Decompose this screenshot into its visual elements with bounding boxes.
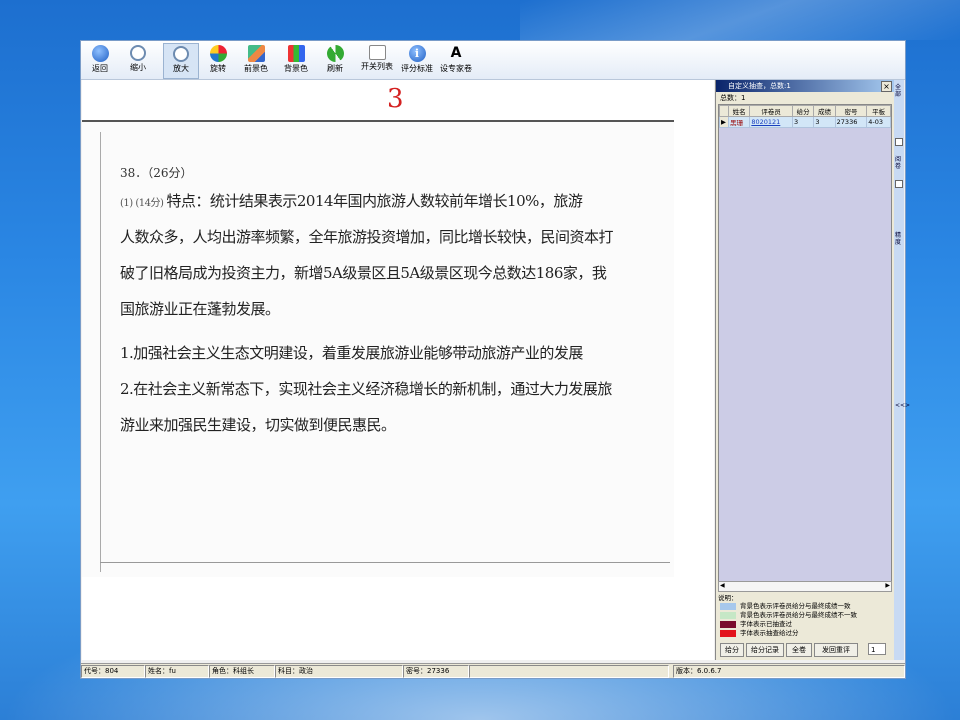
refresh-button[interactable]: 刷新: [321, 43, 349, 77]
column-header[interactable]: 密号: [834, 105, 868, 117]
set-expert-paper-button[interactable]: A 设专家卷: [437, 43, 475, 77]
answer-line: 2.在社会主义新常态下，实现社会主义经济稳增长的新机制，通过大力发展旅: [120, 380, 612, 398]
rotate-icon: [209, 45, 227, 62]
legend-item: 字体表示已抽查过: [718, 620, 892, 629]
grading-app-window: 返回 缩小 放大 旋转 前景色 背景色 刷新 开关列表 i 评分标准 A 设专家…: [80, 40, 910, 679]
cell-name: 黑珊: [727, 116, 751, 128]
status-code: 代号：804: [81, 665, 145, 678]
font-a-icon: A: [450, 45, 462, 61]
strip-label-precision[interactable]: 精度: [895, 232, 903, 246]
column-header[interactable]: 评卷员: [749, 105, 793, 117]
sheet-bottom-border: [100, 562, 670, 563]
zoom-in-button[interactable]: 放大: [163, 43, 199, 79]
strip-checkbox-all[interactable]: [895, 138, 903, 146]
question-header: 38．（26分）: [120, 166, 193, 180]
collapse-arrow-icon[interactable]: <<>: [895, 402, 910, 409]
legend: 说明： 背景色表示评卷员给分与最终成绩一致 背景色表示评卷员给分与最终成绩不一致…: [718, 592, 892, 638]
spot-check-grid: 姓名 评卷员 给分 成绩 密号 平板 ▶ 黑珊 8020121 3 3 2733…: [718, 104, 892, 582]
rotate-button[interactable]: 旋转: [203, 43, 233, 77]
answer-line: 游业来加强民生建设，切实做到便民惠民。: [120, 416, 396, 434]
page-number: 3: [387, 84, 404, 114]
strip-label-grading: 阅卷: [895, 156, 902, 170]
background-color-icon: [287, 45, 305, 62]
cell-score: 3: [813, 116, 836, 128]
zoom-out-icon: [130, 45, 146, 61]
column-header[interactable]: 给分: [791, 105, 815, 117]
cell-pad: 4-03: [866, 116, 891, 128]
scroll-left-icon[interactable]: ◀: [720, 582, 725, 589]
legend-swatch: [720, 612, 736, 619]
status-secret-no: 密号：27336: [403, 665, 469, 678]
answer-line: 人数众多，人均出游率频繁，全年旅游投资增加，同比增长较快，民间资本打: [120, 228, 614, 246]
list-toggle-icon: [368, 45, 386, 60]
table-row[interactable]: ▶ 黑珊 8020121 3 3 27336 4-03: [719, 116, 891, 128]
legend-item: 字体表示抽查给过分: [718, 629, 892, 638]
cell-secret-no: 27336: [834, 116, 868, 128]
close-icon[interactable]: ×: [881, 81, 892, 92]
strip-checkbox-grading[interactable]: [895, 180, 903, 188]
status-empty: [469, 665, 669, 678]
legend-title: 说明：: [718, 594, 738, 602]
horizontal-scrollbar[interactable]: ◀ ▶: [718, 581, 892, 592]
answer-line: (1) (14分) 特点：统计结果表示2014年国内旅游人数较前年增长10%，旅游: [120, 192, 583, 210]
sheet-left-border: [100, 132, 101, 572]
score-history-button[interactable]: 给分记录: [746, 643, 784, 657]
info-icon: i: [408, 45, 426, 62]
cell-given-score: 3: [791, 116, 815, 128]
page-input[interactable]: 1: [868, 643, 886, 655]
panel-title-bar: 自定义抽查，总数:1 ×: [716, 80, 894, 92]
answer-image-viewer[interactable]: 3 38．（26分） (1) (14分) 特点：统计结果表示2014年国内旅游人数…: [82, 80, 714, 660]
zoom-out-button[interactable]: 缩小: [123, 43, 153, 77]
column-header[interactable]: 成绩: [813, 105, 836, 117]
foreground-color-button[interactable]: 前景色: [239, 43, 273, 77]
answer-line: 1.加强社会主义生态文明建设，着重发展旅游业能够带动旅游产业的发展: [120, 344, 583, 362]
scroll-right-icon[interactable]: ▶: [885, 582, 890, 589]
legend-swatch: [720, 621, 736, 628]
toolbar: 返回 缩小 放大 旋转 前景色 背景色 刷新 开关列表 i 评分标准 A 设专家…: [81, 41, 905, 80]
total-count: 总数：1: [720, 94, 746, 102]
background-color-button[interactable]: 背景色: [279, 43, 313, 77]
status-subject: 科目：政治: [275, 665, 403, 678]
answer-sheet: 38．（26分） (1) (14分) 特点：统计结果表示2014年国内旅游人数较前…: [82, 120, 674, 577]
panel-buttons: 给分 给分记录 全卷 发回重评 1: [718, 643, 892, 657]
column-header[interactable]: 平板: [866, 105, 891, 117]
status-name: 姓名：fu: [145, 665, 209, 678]
legend-swatch: [720, 630, 736, 637]
status-role: 角色：科组长: [209, 665, 275, 678]
status-bar: 代号：804 姓名：fu 角色：科组长 科目：政治 密号：27336 版本：6.…: [81, 663, 905, 678]
status-version: 版本：6.0.6.7: [673, 665, 905, 678]
full-paper-button[interactable]: 全卷: [786, 643, 812, 657]
list-toggle-button[interactable]: 开关列表: [357, 43, 397, 77]
strip-label-all: 全部: [895, 84, 902, 98]
right-tool-strip: 全部 阅卷 精度 <<>: [894, 80, 910, 660]
refresh-icon: [326, 45, 344, 62]
zoom-in-icon: [173, 46, 189, 62]
answer-line: 国旅游业正在蓬勃发展。: [120, 300, 280, 318]
foreground-color-icon: [247, 45, 265, 62]
answer-line: 破了旧格局成为投资主力，新增5A级景区且5A级景区现今总数达186家，我: [120, 264, 607, 282]
send-back-button[interactable]: 发回重评: [814, 643, 858, 657]
background-swoosh: [520, 0, 960, 40]
cell-marker-link[interactable]: 8020121: [749, 116, 793, 128]
spot-check-panel: 自定义抽查，总数:1 × 总数：1 姓名 评卷员 给分 成绩 密号 平板 ▶ 黑…: [715, 80, 894, 660]
back-arrow-icon: [91, 45, 109, 62]
legend-item: 背景色表示评卷员给分与最终成绩不一致: [718, 611, 892, 620]
scoring-standard-button[interactable]: i 评分标准: [399, 43, 435, 77]
grid-corner: [719, 105, 729, 117]
legend-item: 背景色表示评卷员给分与最终成绩一致: [718, 602, 892, 611]
legend-swatch: [720, 603, 736, 610]
give-score-button[interactable]: 给分: [720, 643, 744, 657]
row-pointer-icon: ▶: [719, 116, 729, 128]
back-button[interactable]: 返回: [85, 43, 115, 77]
column-header[interactable]: 姓名: [727, 105, 751, 117]
